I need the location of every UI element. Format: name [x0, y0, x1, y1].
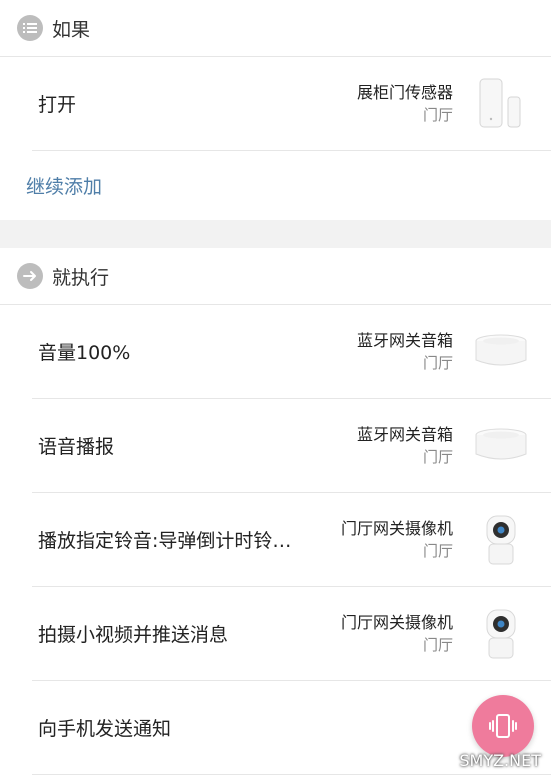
- phone-vibrate-button[interactable]: [472, 695, 534, 757]
- action-row[interactable]: 播放指定铃音:导弹倒计时铃… 门厅网关摄像机 门厅: [32, 493, 551, 587]
- gateway-speaker-icon: [471, 416, 531, 476]
- then-section-title: 就执行: [52, 266, 110, 289]
- action-device-info: 蓝牙网关音箱 门厅: [357, 330, 453, 374]
- if-section-header: 如果: [0, 0, 551, 57]
- action-label: 音量100%: [38, 342, 131, 364]
- section-divider: [0, 220, 551, 248]
- device-room: 门厅: [422, 353, 453, 372]
- action-device-info: 门厅网关摄像机 门厅: [341, 518, 453, 562]
- trigger-row[interactable]: 打开 展柜门传感器 门厅: [32, 57, 551, 151]
- device-name: 门厅网关摄像机: [340, 518, 453, 538]
- device-name: 展柜门传感器: [356, 82, 453, 102]
- camera-icon: [471, 604, 531, 664]
- action-row[interactable]: 拍摄小视频并推送消息 门厅网关摄像机 门厅: [32, 587, 551, 681]
- watermark-text: SMYZ.NET: [459, 751, 541, 770]
- action-label: 语音播报: [38, 436, 115, 458]
- device-room: 门厅: [422, 635, 453, 654]
- trigger-label: 打开: [38, 94, 77, 116]
- action-row[interactable]: 语音播报 蓝牙网关音箱 门厅: [32, 399, 551, 493]
- device-name: 门厅网关摄像机: [340, 612, 453, 632]
- device-room: 门厅: [422, 541, 453, 560]
- trigger-device-info: 展柜门传感器 门厅: [357, 82, 453, 126]
- action-row[interactable]: 音量100% 蓝牙网关音箱 门厅: [32, 305, 551, 399]
- list-icon: [17, 15, 43, 41]
- gateway-speaker-icon: [471, 322, 531, 382]
- action-device-info: 门厅网关摄像机 门厅: [341, 612, 453, 656]
- camera-icon: [471, 510, 531, 570]
- device-room: 门厅: [422, 447, 453, 466]
- door-sensor-icon: [471, 74, 531, 134]
- device-name: 蓝牙网关音箱: [356, 330, 453, 350]
- if-section-title: 如果: [52, 18, 91, 41]
- add-more-link[interactable]: 继续添加: [26, 172, 102, 199]
- device-name: 蓝牙网关音箱: [356, 424, 453, 444]
- then-section-header: 就执行: [0, 248, 551, 305]
- phone-vibrate-icon: [489, 714, 517, 738]
- device-room: 门厅: [422, 105, 453, 124]
- action-label: 播放指定铃音:导弹倒计时铃…: [38, 530, 292, 552]
- action-label: 拍摄小视频并推送消息: [38, 624, 229, 646]
- arrow-right-icon: [17, 263, 43, 289]
- action-device-info: 蓝牙网关音箱 门厅: [357, 424, 453, 468]
- watermark: SMYZ.NET: [459, 751, 541, 770]
